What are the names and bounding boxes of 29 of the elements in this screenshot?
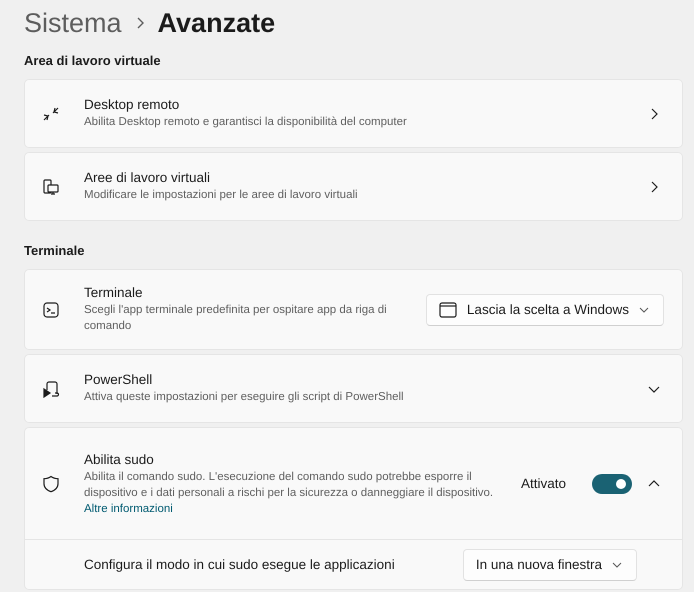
- setting-title: Abilita sudo: [84, 452, 155, 467]
- setting-description: Abilita Desktop remoto e garantisci la disponibilità del computer: [84, 115, 408, 130]
- setting-title: Aree di lavoro virtuali: [84, 170, 212, 185]
- chevron-icon: [136, 17, 144, 29]
- powershell-icon: [42, 380, 60, 398]
- setting-description: Abilita il comando sudo. L'esecuzione del comando sudo potrebbe esporre il dispositivo e i dati personali a rischi per la sicurezza o danneggiare il dispositivo.: [84, 470, 494, 501]
- setting-description: Modificare le impostazioni per le aree di lavoro virtuali: [84, 188, 359, 203]
- dropdown[interactable]: In una nuova finestra: [462, 548, 637, 580]
- section-heading: Area di lavoro virtuale: [24, 53, 162, 68]
- toggle-switch[interactable]: [592, 474, 632, 494]
- page-title: Avanzate: [158, 8, 276, 38]
- toggle-state: Attivato: [520, 476, 566, 491]
- command-prompt-icon: [438, 302, 457, 318]
- shield-icon: [42, 474, 60, 492]
- caret-icon: [612, 560, 622, 570]
- section-heading: Terminale: [24, 243, 86, 258]
- setting-title: Desktop remoto: [84, 97, 180, 112]
- more-info-link[interactable]: Altre informazioni: [84, 503, 173, 515]
- setting-description: Attiva queste impostazioni per eseguire gli script di PowerShell: [84, 390, 405, 405]
- devices-icon: [42, 178, 60, 196]
- breadcrumb-link[interactable]: Sistema: [24, 8, 122, 38]
- dropdown[interactable]: Lascia la scelta a Windows: [426, 294, 664, 326]
- setting-title: Terminale: [84, 285, 144, 300]
- setting-description: Scegli l'app terminale predefinita per ospitare app da riga di comando: [84, 303, 388, 334]
- terminal-icon: [42, 300, 60, 318]
- setting-title: PowerShell: [84, 372, 154, 387]
- caret-icon: [639, 304, 649, 314]
- remote-desktop-icon: [42, 104, 60, 122]
- setting-label: Configura il modo in cui sudo esegue le applicazioni: [84, 557, 395, 572]
